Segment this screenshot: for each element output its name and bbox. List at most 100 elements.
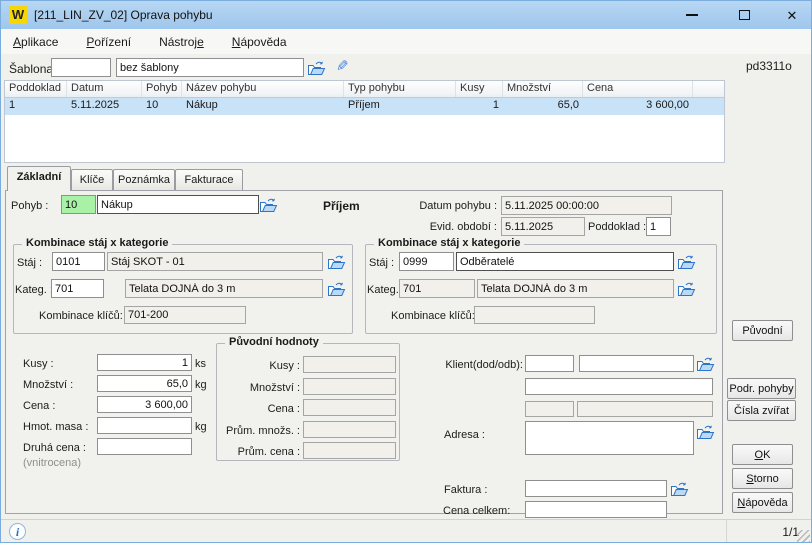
kateg-right-code-field bbox=[399, 279, 475, 298]
kateg-left-open-button[interactable] bbox=[327, 280, 347, 297]
podr-pohyby-button[interactable]: Podr. pohyby bbox=[727, 378, 796, 399]
folder-open-icon bbox=[677, 281, 696, 297]
sablona-code-input[interactable] bbox=[51, 58, 111, 77]
orig-prum-mnozs-field bbox=[303, 421, 396, 438]
col-datum[interactable]: Datum bbox=[67, 81, 142, 97]
form-code-label: pd3311o bbox=[746, 59, 792, 73]
tab-zakladni[interactable]: Základní bbox=[7, 166, 71, 191]
cell-pohyb: 10 bbox=[142, 98, 182, 115]
cisla-zvirat-button[interactable]: Čísla zvířat bbox=[727, 400, 796, 421]
poddoklad-input[interactable] bbox=[646, 217, 671, 236]
col-cena[interactable]: Cena bbox=[583, 81, 693, 97]
puvodni-button[interactable]: Původní bbox=[732, 320, 793, 341]
page-indicator: 1/1 bbox=[761, 525, 799, 539]
cell-blank bbox=[693, 98, 724, 115]
mnozstvi-input[interactable] bbox=[97, 375, 192, 392]
movements-table: Poddoklad Datum Pohyb Název pohybu Typ p… bbox=[4, 80, 725, 163]
evid-obdobi-field bbox=[501, 217, 585, 236]
klient-code-input[interactable] bbox=[525, 355, 574, 372]
orig-prum-cena-field bbox=[303, 442, 396, 459]
folder-open-icon bbox=[307, 60, 326, 76]
menu-napoveda[interactable]: Nápověda bbox=[222, 31, 297, 53]
resize-grip[interactable] bbox=[797, 530, 810, 543]
kateg-left-name-field bbox=[125, 279, 323, 298]
menu-bar: Aplikace Pořízení Nástroje Nápověda bbox=[1, 29, 811, 54]
adresa-textarea[interactable] bbox=[525, 421, 694, 455]
orig-kusy-label: Kusy : bbox=[220, 360, 300, 372]
col-mnozstvi[interactable]: Množství bbox=[503, 81, 583, 97]
cell-nazev-pohybu: Nákup bbox=[182, 98, 344, 115]
klient-name2-input[interactable] bbox=[525, 378, 713, 395]
col-typ-pohybu[interactable]: Typ pohybu bbox=[344, 81, 456, 97]
minimize-icon bbox=[686, 14, 698, 16]
staj-right-open-button[interactable] bbox=[677, 253, 697, 270]
adresa-open-button[interactable] bbox=[696, 423, 716, 440]
poddoklad-label: Poddoklad : bbox=[588, 221, 646, 233]
pohyb-open-button[interactable] bbox=[259, 196, 279, 213]
kateg-left-label: Kateg. : bbox=[15, 284, 53, 296]
sablona-name-input[interactable] bbox=[116, 58, 304, 77]
menu-aplikace[interactable]: Aplikace bbox=[3, 31, 68, 53]
cell-kusy: 1 bbox=[456, 98, 503, 115]
klient-name-input[interactable] bbox=[579, 355, 694, 372]
tab-klice[interactable]: Klíče bbox=[71, 169, 113, 191]
pohyb-name-input[interactable] bbox=[97, 195, 259, 214]
faktura-input[interactable] bbox=[525, 480, 667, 497]
folder-open-icon bbox=[677, 254, 696, 270]
staj-left-code-input[interactable] bbox=[52, 252, 105, 271]
group-left-title: Kombinace stáj x kategorie bbox=[22, 237, 172, 249]
close-icon: ✕ bbox=[787, 9, 798, 22]
orig-mnozstvi-label: Množství : bbox=[220, 382, 300, 394]
staj-right-code-input[interactable] bbox=[399, 252, 454, 271]
pohyb-code-input[interactable] bbox=[61, 195, 96, 214]
cell-mnozstvi: 65,0 bbox=[503, 98, 583, 115]
maximize-button[interactable] bbox=[729, 1, 759, 29]
group-puvodni-title: Původní hodnoty bbox=[225, 336, 323, 348]
folder-open-icon bbox=[327, 254, 346, 270]
folder-open-icon bbox=[696, 424, 715, 440]
staj-left-open-button[interactable] bbox=[327, 253, 347, 270]
kusy-input[interactable] bbox=[97, 354, 192, 371]
staj-left-label: Stáj : bbox=[17, 257, 42, 269]
klient-label: Klient(dod/odb): bbox=[433, 359, 523, 371]
folder-open-icon bbox=[696, 356, 715, 372]
komb-left-field bbox=[124, 306, 246, 324]
app-logo-icon: W bbox=[9, 6, 27, 24]
komb-right-field bbox=[474, 306, 595, 324]
hmot-unit-label: kg bbox=[195, 421, 207, 433]
cena-input[interactable] bbox=[97, 396, 192, 413]
menu-porizeni[interactable]: Pořízení bbox=[76, 31, 141, 53]
druha-cena-input[interactable] bbox=[97, 438, 192, 455]
datum-pohybu-field bbox=[501, 196, 672, 215]
staj-left-name-field bbox=[107, 252, 323, 271]
folder-open-icon bbox=[327, 281, 346, 297]
staj-right-name-input[interactable] bbox=[456, 252, 674, 271]
minimize-button[interactable] bbox=[677, 1, 707, 29]
sablona-open-button[interactable] bbox=[307, 59, 327, 76]
col-kusy[interactable]: Kusy bbox=[456, 81, 503, 97]
sablona-edit-button[interactable]: ✎ bbox=[332, 58, 352, 75]
klient-open-button[interactable] bbox=[696, 355, 716, 372]
statusbar-divider bbox=[726, 520, 727, 543]
close-button[interactable]: ✕ bbox=[777, 1, 807, 29]
tab-fakturace[interactable]: Fakturace bbox=[175, 169, 243, 191]
kateg-right-open-button[interactable] bbox=[677, 280, 697, 297]
storno-button[interactable]: Storno bbox=[732, 468, 793, 489]
table-row-selected[interactable]: 1 5.11.2025 10 Nákup Příjem 1 65,0 3 600… bbox=[5, 98, 724, 115]
cena-celkem-input[interactable] bbox=[525, 501, 667, 518]
col-nazev-pohybu[interactable]: Název pohybu bbox=[182, 81, 344, 97]
ok-button[interactable]: OK bbox=[732, 444, 793, 465]
orig-prum-mnozs-label: Prům. množs. : bbox=[220, 425, 300, 437]
col-poddoklad[interactable]: Poddoklad bbox=[5, 81, 67, 97]
hmot-masa-input[interactable] bbox=[97, 417, 192, 434]
menu-nastroje[interactable]: Nástroje bbox=[149, 31, 214, 53]
faktura-open-button[interactable] bbox=[670, 480, 690, 497]
tab-poznamka[interactable]: Poznámka bbox=[113, 169, 175, 191]
col-pohyb[interactable]: Pohyb bbox=[142, 81, 182, 97]
cell-poddoklad: 1 bbox=[5, 98, 67, 115]
orig-prum-cena-label: Prům. cena : bbox=[220, 446, 300, 458]
kateg-left-code-input[interactable] bbox=[51, 279, 104, 298]
adresa-label: Adresa : bbox=[444, 429, 485, 441]
napoveda-button[interactable]: Nápověda bbox=[732, 492, 793, 513]
datum-pohybu-label: Datum pohybu : bbox=[397, 200, 497, 212]
